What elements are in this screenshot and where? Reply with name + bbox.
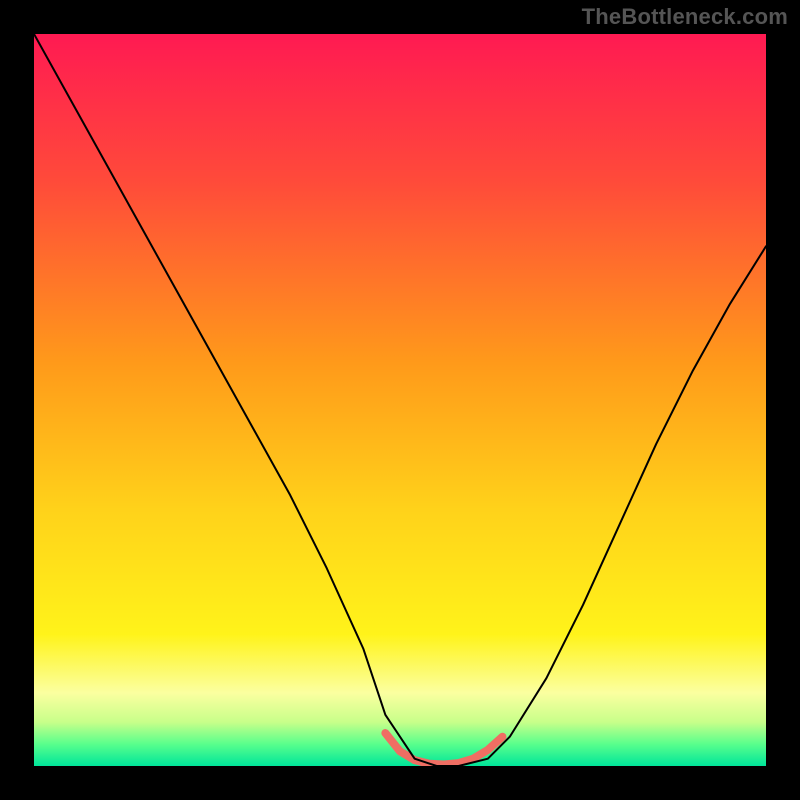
watermark-text: TheBottleneck.com xyxy=(582,4,788,30)
main-curve xyxy=(34,34,766,766)
chart-frame: TheBottleneck.com xyxy=(0,0,800,800)
curve-layer xyxy=(34,34,766,766)
plot-area xyxy=(34,34,766,766)
